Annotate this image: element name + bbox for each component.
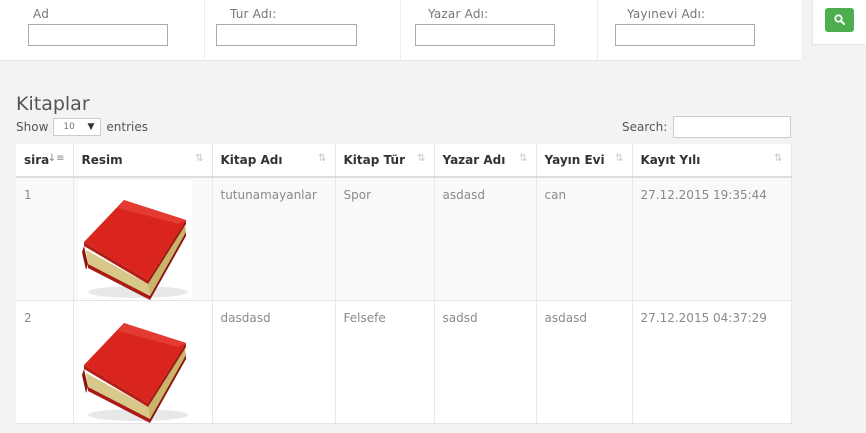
book-image	[81, 200, 188, 300]
cell-resim	[73, 300, 213, 424]
table-row: 1 tutunamayanlar Spor asdasd can 27.12.2015 …	[16, 177, 792, 301]
filter-tur: Tur Adı:	[204, 0, 400, 60]
filter-label-yayinevi: Yayınevi Adı:	[627, 7, 706, 21]
book-image	[81, 323, 188, 423]
cell-kitap-tur: Spor	[335, 177, 435, 301]
column-header-yazar-adi[interactable]: Yazar Adı ⇅	[434, 144, 537, 178]
table-header-row: sira ↓≡ Resim ⇅ Kitap Adı ⇅ Kitap Tür ⇅ Yaza…	[16, 144, 792, 178]
cell-kitap-adi: tutunamayanlar	[212, 177, 336, 301]
cell-yazar-adi: sadsd	[434, 300, 537, 424]
cell-kitap-tur: Felsefe	[335, 300, 435, 424]
length-entries-label: entries	[106, 120, 148, 134]
filter-ad: Ad	[0, 0, 203, 60]
book-image-container	[77, 180, 192, 300]
filter-input-yazar[interactable]	[415, 24, 555, 46]
cell-kitap-adi: dasdasd	[212, 300, 336, 424]
cell-sira: 1	[16, 177, 74, 301]
column-header-kitap-tur[interactable]: Kitap Tür ⇅	[335, 144, 435, 178]
sort-icon: ⇅	[774, 153, 783, 164]
sort-icon: ⇅	[195, 153, 204, 164]
sort-asc-icon: ↓≡	[47, 153, 65, 164]
books-table: sira ↓≡ Resim ⇅ Kitap Adı ⇅ Kitap Tür ⇅ Yaza…	[16, 144, 792, 424]
filter-yazar: Yazar Adı:	[400, 0, 597, 60]
cell-resim	[73, 177, 213, 301]
search-icon	[834, 14, 845, 25]
sort-icon: ⇅	[318, 153, 327, 164]
length-menu: Show 10 ▼ entries	[16, 118, 148, 136]
filter-yayinevi: Yayınevi Adı:	[597, 0, 802, 60]
search-button-container	[812, 0, 866, 45]
filter-input-tur[interactable]	[216, 24, 357, 46]
filter-input-yayinevi[interactable]	[615, 24, 755, 46]
chevron-down-icon: ▼	[87, 122, 95, 132]
cell-kayit-yili: 27.12.2015 04:37:29	[632, 300, 792, 424]
cell-yayin-evi: asdasd	[536, 300, 633, 424]
table-search: Search:	[622, 116, 792, 138]
cell-yazar-adi: asdasd	[434, 177, 537, 301]
sort-icon: ⇅	[519, 153, 528, 164]
filter-bar: Ad Tur Adı: Yazar Adı: Yayınevi Adı:	[0, 0, 801, 61]
filter-label-yazar: Yazar Adı:	[428, 7, 489, 21]
page-title: Kitaplar	[16, 93, 90, 115]
book-image-container	[77, 303, 192, 423]
cell-sira: 2	[16, 300, 74, 424]
table-search-label: Search:	[622, 120, 668, 134]
table-search-input[interactable]	[673, 116, 792, 138]
column-header-kitap-adi[interactable]: Kitap Adı ⇅	[212, 144, 336, 178]
sort-icon: ⇅	[615, 153, 624, 164]
filter-label-ad: Ad	[33, 7, 50, 21]
column-header-sira[interactable]: sira ↓≡	[16, 144, 74, 178]
search-button[interactable]	[825, 8, 854, 32]
length-show-label: Show	[16, 120, 49, 134]
cell-yayin-evi: can	[536, 177, 633, 301]
column-header-yayin-evi[interactable]: Yayın Evi ⇅	[536, 144, 633, 178]
filter-input-ad[interactable]	[28, 24, 168, 46]
table-row: 2 dasdasd Felsefe sadsd asdasd 27.12.2015 04…	[16, 300, 792, 424]
column-header-kayit-yili[interactable]: Kayıt Yılı ⇅	[632, 144, 792, 178]
sort-icon: ⇅	[417, 153, 426, 164]
cell-kayit-yili: 27.12.2015 19:35:44	[632, 177, 792, 301]
filter-label-tur: Tur Adı:	[230, 7, 277, 21]
length-select-value: 10	[63, 122, 75, 132]
column-header-resim[interactable]: Resim ⇅	[73, 144, 213, 178]
length-select[interactable]: 10 ▼	[53, 118, 102, 136]
